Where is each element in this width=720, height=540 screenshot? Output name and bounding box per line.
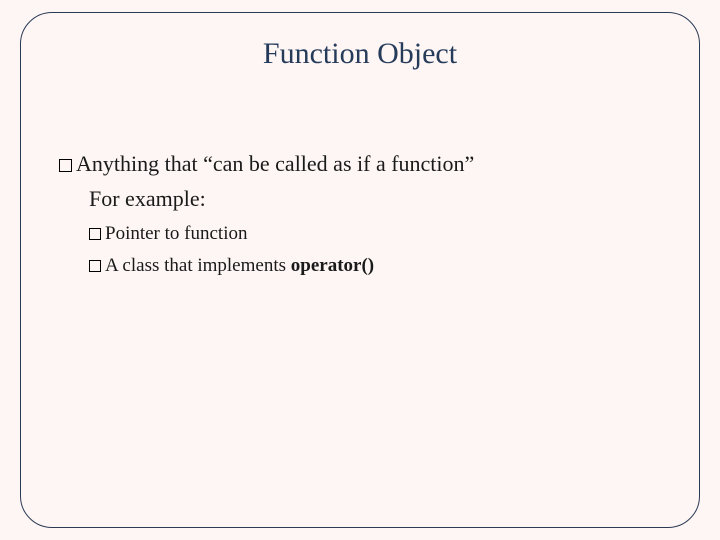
square-bullet-icon [89, 228, 101, 240]
slide: Function Object Anything that “can be ca… [0, 0, 720, 540]
bullet-text-quote: “can be called as if a function” [203, 151, 474, 176]
sub-bullet-2-bold: operator() [291, 255, 374, 276]
example-label: For example: [89, 184, 661, 215]
sub-bullet-2: A class that implements operator() [89, 253, 661, 280]
bullet-text-prefix: Anything that [76, 151, 203, 176]
sub-bullet-1: Pointer to function [89, 221, 661, 248]
bullet-main: Anything that “can be called as if a fun… [59, 149, 661, 180]
square-bullet-icon [59, 159, 72, 172]
slide-title: Function Object [59, 37, 661, 71]
rounded-frame: Function Object Anything that “can be ca… [20, 12, 700, 528]
sub-bullet-1-text: Pointer to function [105, 223, 247, 244]
sub-bullet-2-prefix: A class that implements [105, 255, 291, 276]
square-bullet-icon [89, 260, 101, 272]
body-area: Anything that “can be called as if a fun… [59, 149, 661, 280]
